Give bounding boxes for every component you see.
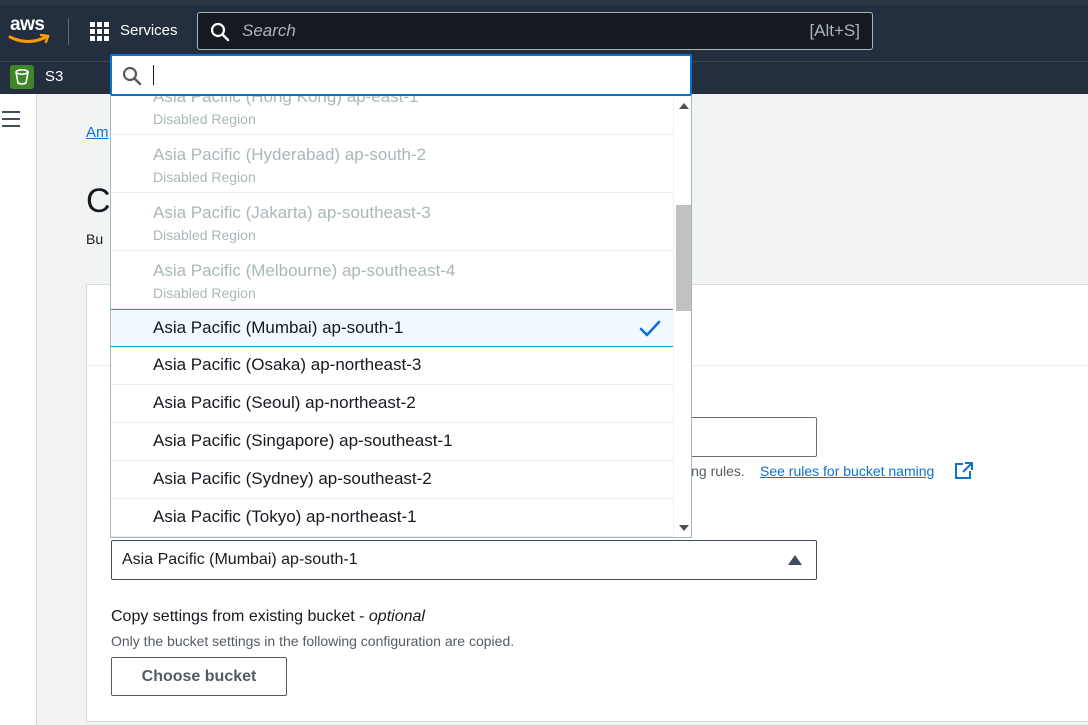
optional-label: optional xyxy=(368,608,425,625)
services-grid-icon[interactable] xyxy=(90,22,110,42)
region-option-ap-northeast-3[interactable]: Asia Pacific (Osaka) ap-northeast-3 xyxy=(111,347,673,385)
scroll-down-arrow-icon[interactable] xyxy=(679,525,689,531)
menu-icon[interactable] xyxy=(2,111,20,127)
choose-bucket-button[interactable]: Choose bucket xyxy=(111,657,287,696)
region-select-value: Asia Pacific (Mumbai) ap-south-1 xyxy=(122,551,358,568)
naming-rules-text: ing rules. xyxy=(688,463,745,479)
copy-settings-description: Only the bucket settings in the followin… xyxy=(111,633,515,649)
bucket-naming-rules-link[interactable]: See rules for bucket naming xyxy=(760,463,934,479)
option-label: Asia Pacific (Melbourne) ap-southeast-4 xyxy=(153,261,456,280)
window-edge xyxy=(0,0,1088,5)
region-option-ap-southeast-2[interactable]: Asia Pacific (Sydney) ap-southeast-2 xyxy=(111,461,673,499)
search-icon xyxy=(210,22,230,42)
option-label: Asia Pacific (Osaka) ap-northeast-3 xyxy=(153,355,422,374)
search-icon xyxy=(122,66,142,86)
region-option-ap-southeast-1[interactable]: Asia Pacific (Singapore) ap-southeast-1 xyxy=(111,423,673,461)
top-navigation: aws Services Search [Alt+S] xyxy=(0,0,1088,61)
region-options: Asia Pacific (Hong Kong) ap-east-1 Disab… xyxy=(111,96,673,537)
region-options-list[interactable]: Asia Pacific (Hong Kong) ap-east-1 Disab… xyxy=(110,96,692,538)
dropdown-scrollbar[interactable] xyxy=(673,96,691,537)
copy-settings-label-text: Copy settings from existing bucket - xyxy=(111,608,369,625)
copy-settings-label: Copy settings from existing bucket - opt… xyxy=(111,608,425,626)
option-description: Disabled Region xyxy=(153,111,256,127)
scroll-up-arrow-icon[interactable] xyxy=(679,103,689,109)
external-link-icon[interactable] xyxy=(954,462,974,480)
region-option-ap-south-1[interactable]: Asia Pacific (Mumbai) ap-south-1 xyxy=(111,309,673,347)
option-label: Asia Pacific (Singapore) ap-southeast-1 xyxy=(153,431,453,450)
region-option-ap-northeast-2[interactable]: Asia Pacific (Seoul) ap-northeast-2 xyxy=(111,385,673,423)
aws-region-select[interactable]: Asia Pacific (Mumbai) ap-south-1 xyxy=(111,540,817,580)
option-label: Asia Pacific (Sydney) ap-southeast-2 xyxy=(153,469,432,488)
region-option-ap-northeast-1[interactable]: Asia Pacific (Tokyo) ap-northeast-1 xyxy=(111,499,673,537)
region-option-ap-southeast-4: Asia Pacific (Melbourne) ap-southeast-4 … xyxy=(111,251,673,309)
option-description: Disabled Region xyxy=(153,285,256,301)
aws-smile-icon xyxy=(8,34,50,44)
region-option-ap-south-2: Asia Pacific (Hyderabad) ap-south-2 Disa… xyxy=(111,135,673,193)
option-label: Asia Pacific (Mumbai) ap-south-1 xyxy=(153,318,404,337)
text-cursor xyxy=(153,65,154,85)
bucket-icon xyxy=(15,69,29,85)
scrollbar-thumb[interactable] xyxy=(676,205,691,311)
option-label: Asia Pacific (Tokyo) ap-northeast-1 xyxy=(153,507,417,526)
breadcrumb-link[interactable]: Am xyxy=(86,124,109,141)
aws-logo[interactable]: aws xyxy=(8,14,52,48)
region-option-ap-east-1: Asia Pacific (Hong Kong) ap-east-1 Disab… xyxy=(111,96,673,135)
caret-up-icon xyxy=(788,555,802,565)
global-search-input[interactable]: Search [Alt+S] xyxy=(197,12,873,50)
aws-logo-text: aws xyxy=(10,14,45,35)
option-label: Asia Pacific (Hong Kong) ap-east-1 xyxy=(153,96,419,106)
option-label: Asia Pacific (Seoul) ap-northeast-2 xyxy=(153,393,416,412)
region-filter-input[interactable] xyxy=(110,54,692,96)
checkmark-icon xyxy=(639,320,661,337)
search-shortcut-hint: [Alt+S] xyxy=(809,21,860,40)
option-description: Disabled Region xyxy=(153,227,256,243)
option-description: Disabled Region xyxy=(153,169,256,185)
page-description: Bu xyxy=(86,231,104,247)
region-option-ap-southeast-3: Asia Pacific (Jakarta) ap-southeast-3 Di… xyxy=(111,193,673,251)
s3-service-link[interactable]: S3 xyxy=(45,68,63,85)
option-label: Asia Pacific (Hyderabad) ap-south-2 xyxy=(153,145,427,164)
side-navigation-rail xyxy=(0,94,37,725)
s3-service-icon[interactable] xyxy=(10,65,34,89)
search-placeholder: Search xyxy=(242,21,296,40)
services-menu-button[interactable]: Services xyxy=(120,22,178,39)
option-label: Asia Pacific (Jakarta) ap-southeast-3 xyxy=(153,203,431,222)
nav-separator xyxy=(68,18,69,45)
